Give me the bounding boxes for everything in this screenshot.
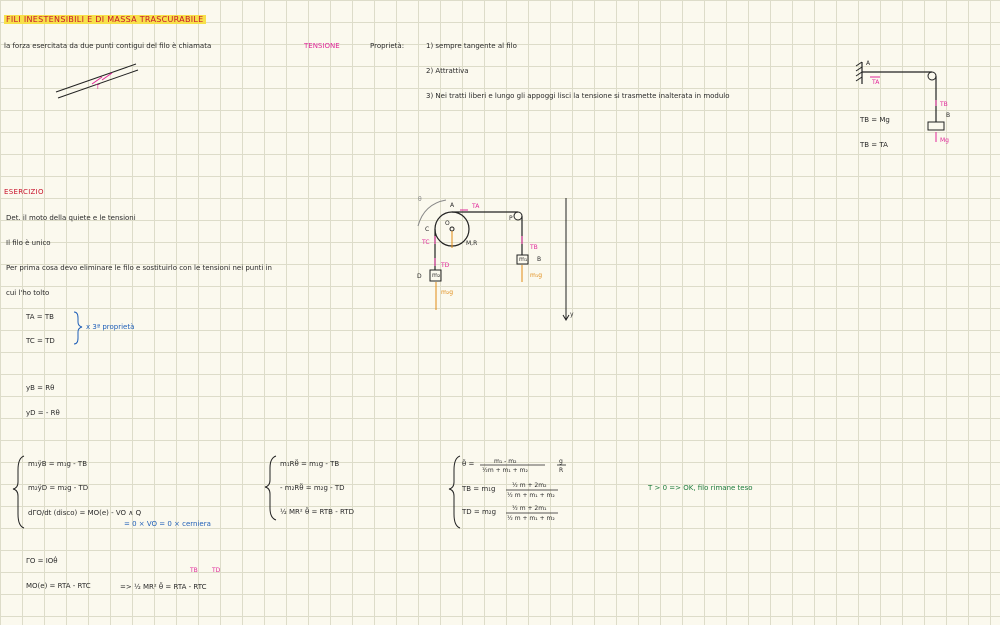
- sys2-eq1: m₁Rθ̈ = m₁g - TB: [280, 460, 340, 468]
- bottom-l3: => ½ MR² θ̈ = RTA - RTC: [120, 583, 207, 591]
- sys3-r2-lhs: TB = m₁g: [462, 485, 496, 493]
- bottom-tb: TB: [190, 567, 198, 574]
- sys2-eq2: - m₂Rθ̈ = m₂g - TD: [280, 484, 345, 492]
- sys2-eq3: ½ MR² θ̈ = RTB - RTD: [280, 508, 354, 516]
- sys1-eq4: = 0 × VO = 0 × cerniera: [124, 520, 211, 528]
- sys3-r1-lhs: θ̈ =: [462, 460, 475, 468]
- sys3-r3-num: ½ m + 2m₁: [512, 505, 547, 512]
- sys3-r3-lhs: TD = m₂g: [462, 508, 497, 516]
- bottom-l2: MO(e) = RTA - RTC: [26, 582, 91, 590]
- sys3-r1-g: g: [559, 458, 563, 465]
- sys3-r2-den: ½ m + m₁ + m₂: [507, 492, 555, 499]
- sys3-r1-num: m₁ - m₂: [494, 458, 517, 465]
- sys3-r2-num: ½ m + 2m₂: [512, 482, 547, 489]
- sys1-eq3: dΓO/dt (disco) = MO(e) - VO ∧ Q: [28, 509, 142, 517]
- bottom-td: TD: [212, 567, 221, 574]
- sys3-r1-r: R: [559, 467, 564, 474]
- system-braces: [12, 455, 566, 529]
- sys3-r3-den: ½ m + m₁ + m₂: [507, 515, 555, 522]
- sys1-eq1: m₁ÿB = m₁g - TB: [28, 460, 88, 468]
- sys3-r1-den: ½m + m₁ + m₂: [482, 467, 528, 474]
- sys1-eq2: m₂ÿD = m₂g - TD: [28, 484, 89, 492]
- bottom-l1: ΓO = IOθ̇: [26, 557, 58, 565]
- conclusion: T > 0 => OK, filo rimane teso: [648, 484, 753, 492]
